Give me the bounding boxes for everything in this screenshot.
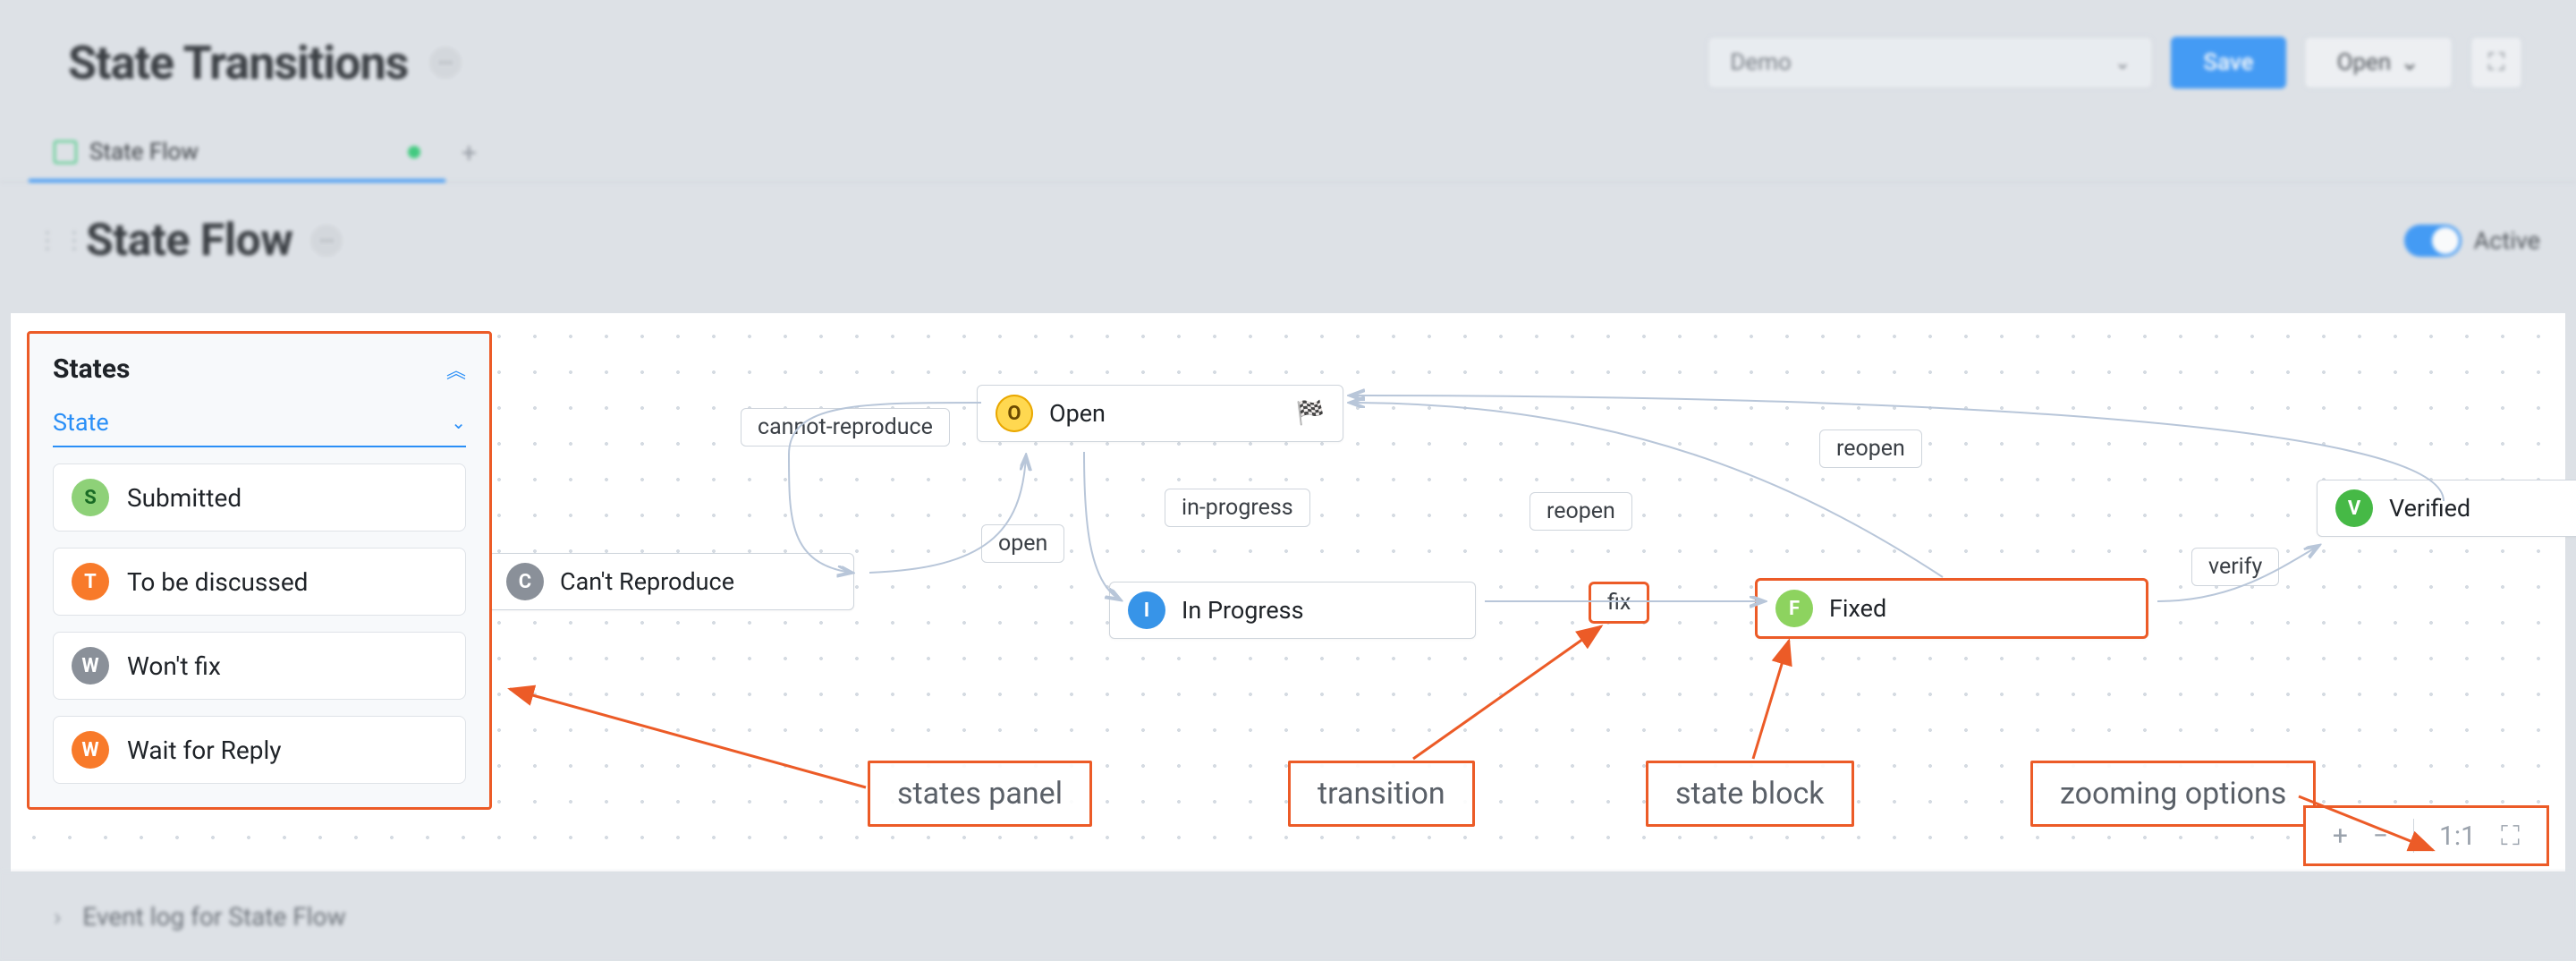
- states-list: S Submitted T To be discussed W Won't fix W Wai…: [30, 447, 489, 807]
- state-node-fixed[interactable]: F Fixed: [1755, 578, 2148, 639]
- event-log-label: Event log for State Flow: [82, 902, 345, 931]
- separator: [2413, 819, 2414, 853]
- tab-stateflow[interactable]: State Flow: [29, 125, 445, 183]
- state-badge: S: [72, 479, 109, 516]
- state-badge: W: [72, 731, 109, 769]
- active-toggle[interactable]: [2404, 225, 2462, 257]
- state-node-cant-reproduce[interactable]: C Can't Reproduce: [487, 553, 854, 610]
- state-badge: O: [996, 395, 1033, 432]
- state-badge: F: [1775, 590, 1813, 627]
- add-tab-button[interactable]: +: [445, 138, 493, 169]
- open-button[interactable]: Open ⌄: [2304, 37, 2453, 89]
- callout-state-block: state block: [1646, 761, 1854, 827]
- transition-verify[interactable]: verify: [2191, 548, 2279, 586]
- transition-reopen[interactable]: reopen: [1530, 492, 1632, 531]
- unsaved-dot-icon: [408, 146, 420, 158]
- chevron-down-icon: ⌄: [2114, 52, 2131, 74]
- project-select[interactable]: Demo ⌄: [1707, 37, 2153, 89]
- state-label: Open: [1049, 399, 1106, 428]
- callout-states-panel: states panel: [868, 761, 1092, 827]
- expand-icon: ⛶: [2488, 49, 2504, 77]
- state-badge: T: [72, 563, 109, 600]
- section-title: State Flow: [86, 215, 292, 267]
- page-header: State Transitions ··· Demo ⌄ Save Open ⌄…: [0, 0, 2576, 125]
- tabs: State Flow +: [0, 125, 2576, 183]
- section-more-icon[interactable]: ···: [310, 225, 343, 257]
- states-panel: States ︽ State ⌄ S Submitted T To be discus…: [27, 331, 492, 810]
- zoom-in-button[interactable]: +: [2333, 821, 2348, 852]
- transition-fix[interactable]: fix: [1589, 582, 1649, 624]
- sub-header: ⋮⋮ State Flow ··· Active: [0, 183, 2576, 299]
- transition-in-progress[interactable]: in-progress: [1165, 489, 1310, 527]
- state-card[interactable]: S Submitted: [53, 463, 466, 532]
- project-select-value: Demo: [1730, 49, 1791, 76]
- chevron-down-icon: ⌄: [2400, 49, 2419, 76]
- state-card-label: Wait for Reply: [127, 736, 282, 765]
- state-node-open[interactable]: O Open 🏁: [977, 385, 1343, 442]
- chevron-right-icon: ›: [54, 902, 61, 931]
- state-label: Can't Reproduce: [560, 567, 734, 596]
- state-badge: V: [2335, 489, 2373, 527]
- tab-label: State Flow: [89, 139, 199, 166]
- chevron-down-icon: ⌄: [451, 412, 466, 433]
- save-button[interactable]: Save: [2171, 37, 2285, 89]
- state-node-verified[interactable]: V Verified: [2317, 480, 2576, 537]
- callout-transition: transition: [1288, 761, 1475, 827]
- state-dropdown-label: State: [53, 408, 109, 437]
- page-title: State Transitions: [68, 36, 408, 90]
- zoom-fit-button[interactable]: ⛶: [2501, 821, 2520, 852]
- state-badge: C: [506, 563, 544, 600]
- state-dropdown[interactable]: State ⌄: [53, 401, 466, 447]
- state-card-label: To be discussed: [127, 567, 308, 597]
- more-icon[interactable]: ···: [429, 47, 462, 79]
- checkered-flag-icon: 🏁: [1296, 400, 1325, 427]
- drag-handle-icon[interactable]: ⋮⋮: [36, 227, 72, 254]
- active-toggle-label: Active: [2474, 226, 2540, 255]
- state-card[interactable]: W Won't fix: [53, 632, 466, 700]
- state-node-in-progress[interactable]: I In Progress: [1109, 582, 1476, 639]
- collapse-icon[interactable]: ︽: [446, 355, 466, 384]
- zoom-toolbar: + − 1:1 ⛶: [2303, 805, 2549, 866]
- state-label: In Progress: [1182, 596, 1304, 625]
- state-label: Verified: [2389, 494, 2470, 523]
- zoom-out-button[interactable]: −: [2373, 821, 2388, 852]
- event-log-footer[interactable]: › Event log for State Flow: [0, 872, 2576, 961]
- fullscreen-button[interactable]: ⛶: [2470, 37, 2522, 89]
- transition-reopen-2[interactable]: reopen: [1819, 429, 1922, 468]
- zoom-reset-button[interactable]: 1:1: [2439, 821, 2476, 852]
- open-button-label: Open: [2337, 49, 2392, 76]
- state-card[interactable]: W Wait for Reply: [53, 716, 466, 784]
- state-card-label: Submitted: [127, 483, 242, 513]
- transition-cannot-reproduce[interactable]: cannot-reproduce: [741, 408, 950, 446]
- state-badge: W: [72, 647, 109, 685]
- states-panel-title: States: [53, 353, 446, 385]
- transition-open[interactable]: open: [981, 524, 1064, 563]
- callout-zoom: zooming options: [2030, 761, 2316, 827]
- state-card-label: Won't fix: [127, 651, 221, 681]
- state-label: Fixed: [1829, 594, 1886, 623]
- stateflow-icon: [54, 140, 77, 164]
- state-card[interactable]: T To be discussed: [53, 548, 466, 616]
- save-button-label: Save: [2203, 49, 2253, 76]
- state-badge: I: [1128, 591, 1165, 629]
